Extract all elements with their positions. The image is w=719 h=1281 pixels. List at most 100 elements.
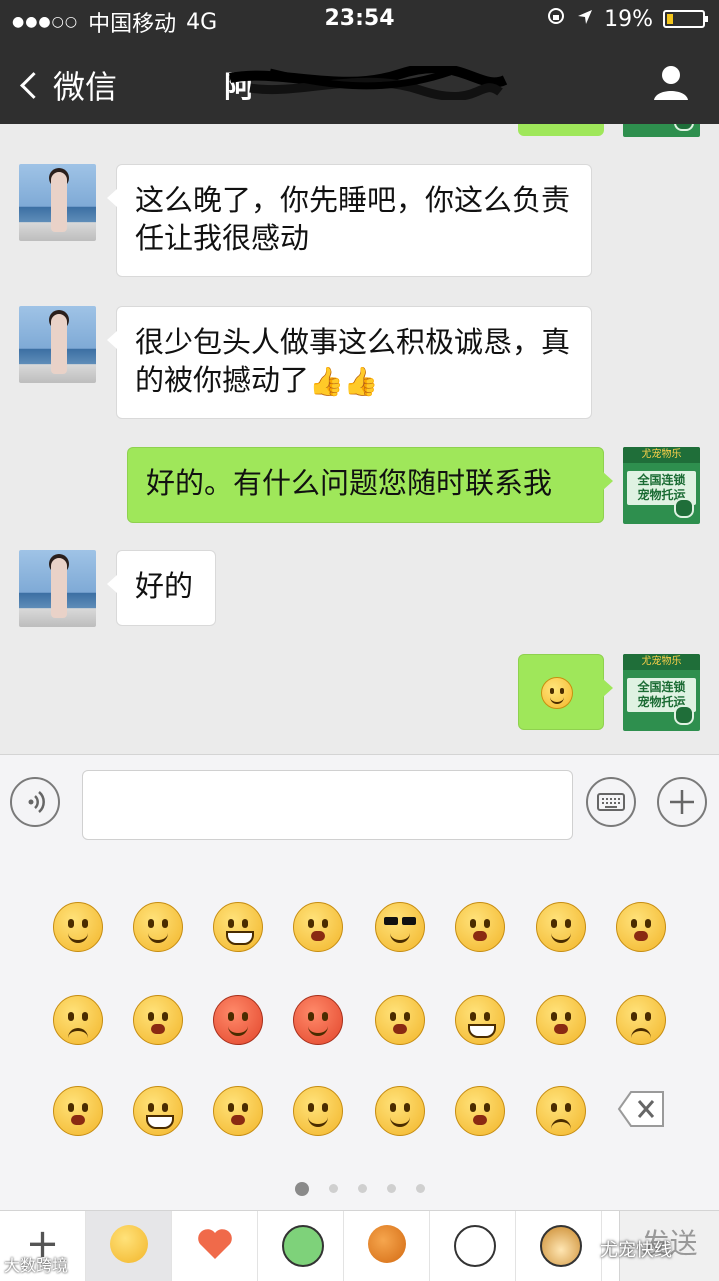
emoji-eye xyxy=(148,1103,154,1112)
message-bubble[interactable]: 好的 xyxy=(107,550,216,626)
tab-emoji[interactable] xyxy=(86,1211,172,1281)
emoji-key[interactable] xyxy=(375,995,425,1045)
keyboard-icon xyxy=(597,793,625,811)
chat-title: 阿 xyxy=(220,58,510,106)
emoji-panel xyxy=(0,851,719,1210)
page-dot[interactable] xyxy=(415,1184,425,1193)
contact-profile-icon[interactable] xyxy=(651,62,691,102)
green-mascot-icon xyxy=(282,1225,324,1267)
emoji-key[interactable] xyxy=(133,902,183,952)
page-dot[interactable] xyxy=(357,1184,367,1193)
emoji-eye xyxy=(390,1103,396,1112)
emoji-key[interactable] xyxy=(616,902,666,952)
emoji-key[interactable] xyxy=(213,1086,263,1136)
emoji-eye xyxy=(470,919,476,928)
smile-emoji xyxy=(541,677,573,709)
emoji-key[interactable] xyxy=(455,995,505,1045)
emoji-mouth xyxy=(71,1115,85,1125)
battery-percent: 19% xyxy=(604,6,653,32)
emoji-eye xyxy=(308,1012,314,1021)
emoji-key[interactable] xyxy=(293,995,343,1045)
emoji-eye xyxy=(404,1103,410,1112)
emoji-eye xyxy=(82,1012,88,1021)
emoji-eye xyxy=(631,919,637,928)
keyboard-button[interactable] xyxy=(586,777,636,827)
emoji-eye xyxy=(645,919,651,928)
my-message-bubble[interactable] xyxy=(518,654,613,730)
message-bubble[interactable]: 这么晚了，你先睡吧，你这么负责任让我很感动 xyxy=(107,164,592,277)
emoji-eye xyxy=(470,1012,476,1021)
my-avatar[interactable]: 尤宠物乐 全国连锁 宠物托运 xyxy=(623,654,700,731)
emoji-eye xyxy=(308,1103,314,1112)
emoji-eye xyxy=(162,919,168,928)
tab-sticker-pack-2[interactable] xyxy=(344,1211,430,1281)
emoji-key[interactable] xyxy=(455,1086,505,1136)
page-dot[interactable] xyxy=(386,1184,396,1193)
emoji-key[interactable] xyxy=(133,995,183,1045)
emoji-key[interactable] xyxy=(53,1086,103,1136)
back-button[interactable]: 微信 xyxy=(18,62,117,108)
emoji-key[interactable] xyxy=(213,995,263,1045)
my-message-bubble[interactable]: 好的。有什么问题您随时联系我 xyxy=(127,447,613,523)
message-bubble[interactable]: 很少包头人做事这么积极诚恳，真的被你撼动了👍👍 xyxy=(107,306,592,419)
tab-favorites[interactable] xyxy=(172,1211,258,1281)
my-avatar[interactable]: 尤宠物乐 全国连锁 宠物托运 xyxy=(623,447,700,524)
emoji-mouth xyxy=(468,1024,496,1038)
emoji-mouth xyxy=(554,1024,568,1034)
emoji-eye xyxy=(308,919,314,928)
emoji-mouth xyxy=(473,931,487,941)
emoji-key[interactable] xyxy=(293,902,343,952)
voice-button[interactable] xyxy=(10,777,60,827)
shop-brand: 尤宠物乐 xyxy=(623,654,700,670)
plus-icon xyxy=(670,790,694,814)
watermark-right: 尤宠快线 xyxy=(600,1240,672,1261)
shop-badge-icon xyxy=(674,705,694,725)
message-text: 这么晚了，你先睡吧，你这么负责任让我很感动 xyxy=(135,183,571,255)
emoji-key[interactable] xyxy=(213,902,263,952)
emoji-mouth xyxy=(551,931,571,943)
avatar-figure xyxy=(51,558,67,618)
emoji-key[interactable] xyxy=(536,1086,586,1136)
heart-icon xyxy=(198,1229,232,1259)
emoji-mouth xyxy=(308,1115,328,1127)
contact-avatar[interactable] xyxy=(19,164,96,241)
more-button[interactable] xyxy=(657,777,707,827)
battery-fill xyxy=(667,14,673,24)
shop-brand: 尤宠物乐 xyxy=(623,447,700,463)
tab-sticker-pack-4[interactable] xyxy=(516,1211,602,1281)
chat-history[interactable]: 这么晚了，你先睡吧，你这么负责任让我很感动 很少包头人做事这么积极诚恳，真的被你… xyxy=(0,124,719,754)
emoji-key[interactable] xyxy=(53,995,103,1045)
rotation-lock-icon xyxy=(546,6,566,32)
previous-message-bubble xyxy=(518,124,604,136)
emoji-key[interactable] xyxy=(616,995,666,1045)
emoji-key[interactable] xyxy=(455,902,505,952)
tab-sticker-pack-3[interactable] xyxy=(430,1211,516,1281)
emoji-key[interactable] xyxy=(375,902,425,952)
emoji-eye xyxy=(645,1012,651,1021)
emoji-key[interactable] xyxy=(53,902,103,952)
emoji-key[interactable] xyxy=(293,1086,343,1136)
page-indicator xyxy=(0,1178,719,1196)
emoji-eye xyxy=(565,919,571,928)
emoji-mouth xyxy=(151,1024,165,1034)
emoji-eye xyxy=(402,917,416,925)
emoji-key[interactable] xyxy=(133,1086,183,1136)
page-dot[interactable] xyxy=(294,1181,309,1196)
emoji-eye xyxy=(242,919,248,928)
back-label: 微信 xyxy=(53,68,118,106)
tab-sticker-pack-1[interactable] xyxy=(258,1211,344,1281)
emoji-eye xyxy=(228,919,234,928)
emoji-key[interactable] xyxy=(536,995,586,1045)
watermark-left: 大数跨境 xyxy=(4,1256,69,1275)
page-dot[interactable] xyxy=(328,1184,338,1193)
contact-avatar[interactable] xyxy=(19,306,96,383)
contact-avatar[interactable] xyxy=(19,550,96,627)
emoji-mouth xyxy=(308,1024,328,1036)
emoji-mouth xyxy=(148,931,168,943)
message-input[interactable] xyxy=(82,770,573,840)
emoji-key[interactable] xyxy=(375,1086,425,1136)
emoji-eye xyxy=(322,919,328,928)
emoji-key[interactable] xyxy=(536,902,586,952)
backspace-icon[interactable] xyxy=(617,1090,667,1128)
battery-icon xyxy=(663,10,708,28)
